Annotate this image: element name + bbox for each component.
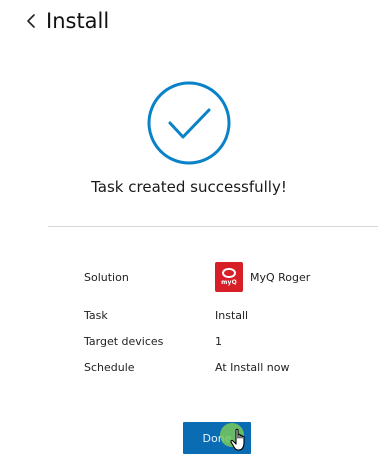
myq-logo-text: myQ [221,279,237,286]
task-summary: Solution myQ MyQ Roger Task Install Targ… [84,258,344,380]
check-circle-icon [147,81,231,165]
schedule-label: Schedule [84,360,135,374]
solution-value-group: myQ MyQ Roger [215,262,310,292]
page-title: Install [46,9,110,33]
chevron-left-icon[interactable] [24,11,38,31]
solution-value: MyQ Roger [250,270,311,284]
divider [48,226,378,227]
hand-pointer-icon [230,428,245,451]
task-value: Install [215,308,249,322]
summary-row-schedule: Schedule At Install now [84,354,344,380]
solution-label: Solution [84,270,129,284]
task-label: Task [84,308,108,322]
summary-row-solution: Solution myQ MyQ Roger [84,258,344,296]
schedule-value: At Install now [215,360,290,374]
success-message: Task created successfully! [91,178,287,196]
summary-row-task: Task Install [84,302,344,328]
back-nav[interactable]: Install [24,6,109,36]
summary-row-target-devices: Target devices 1 [84,328,344,354]
success-indicator [0,80,378,166]
target-devices-label: Target devices [84,334,164,348]
myq-logo-icon: myQ [215,262,243,292]
target-devices-value: 1 [215,334,222,348]
